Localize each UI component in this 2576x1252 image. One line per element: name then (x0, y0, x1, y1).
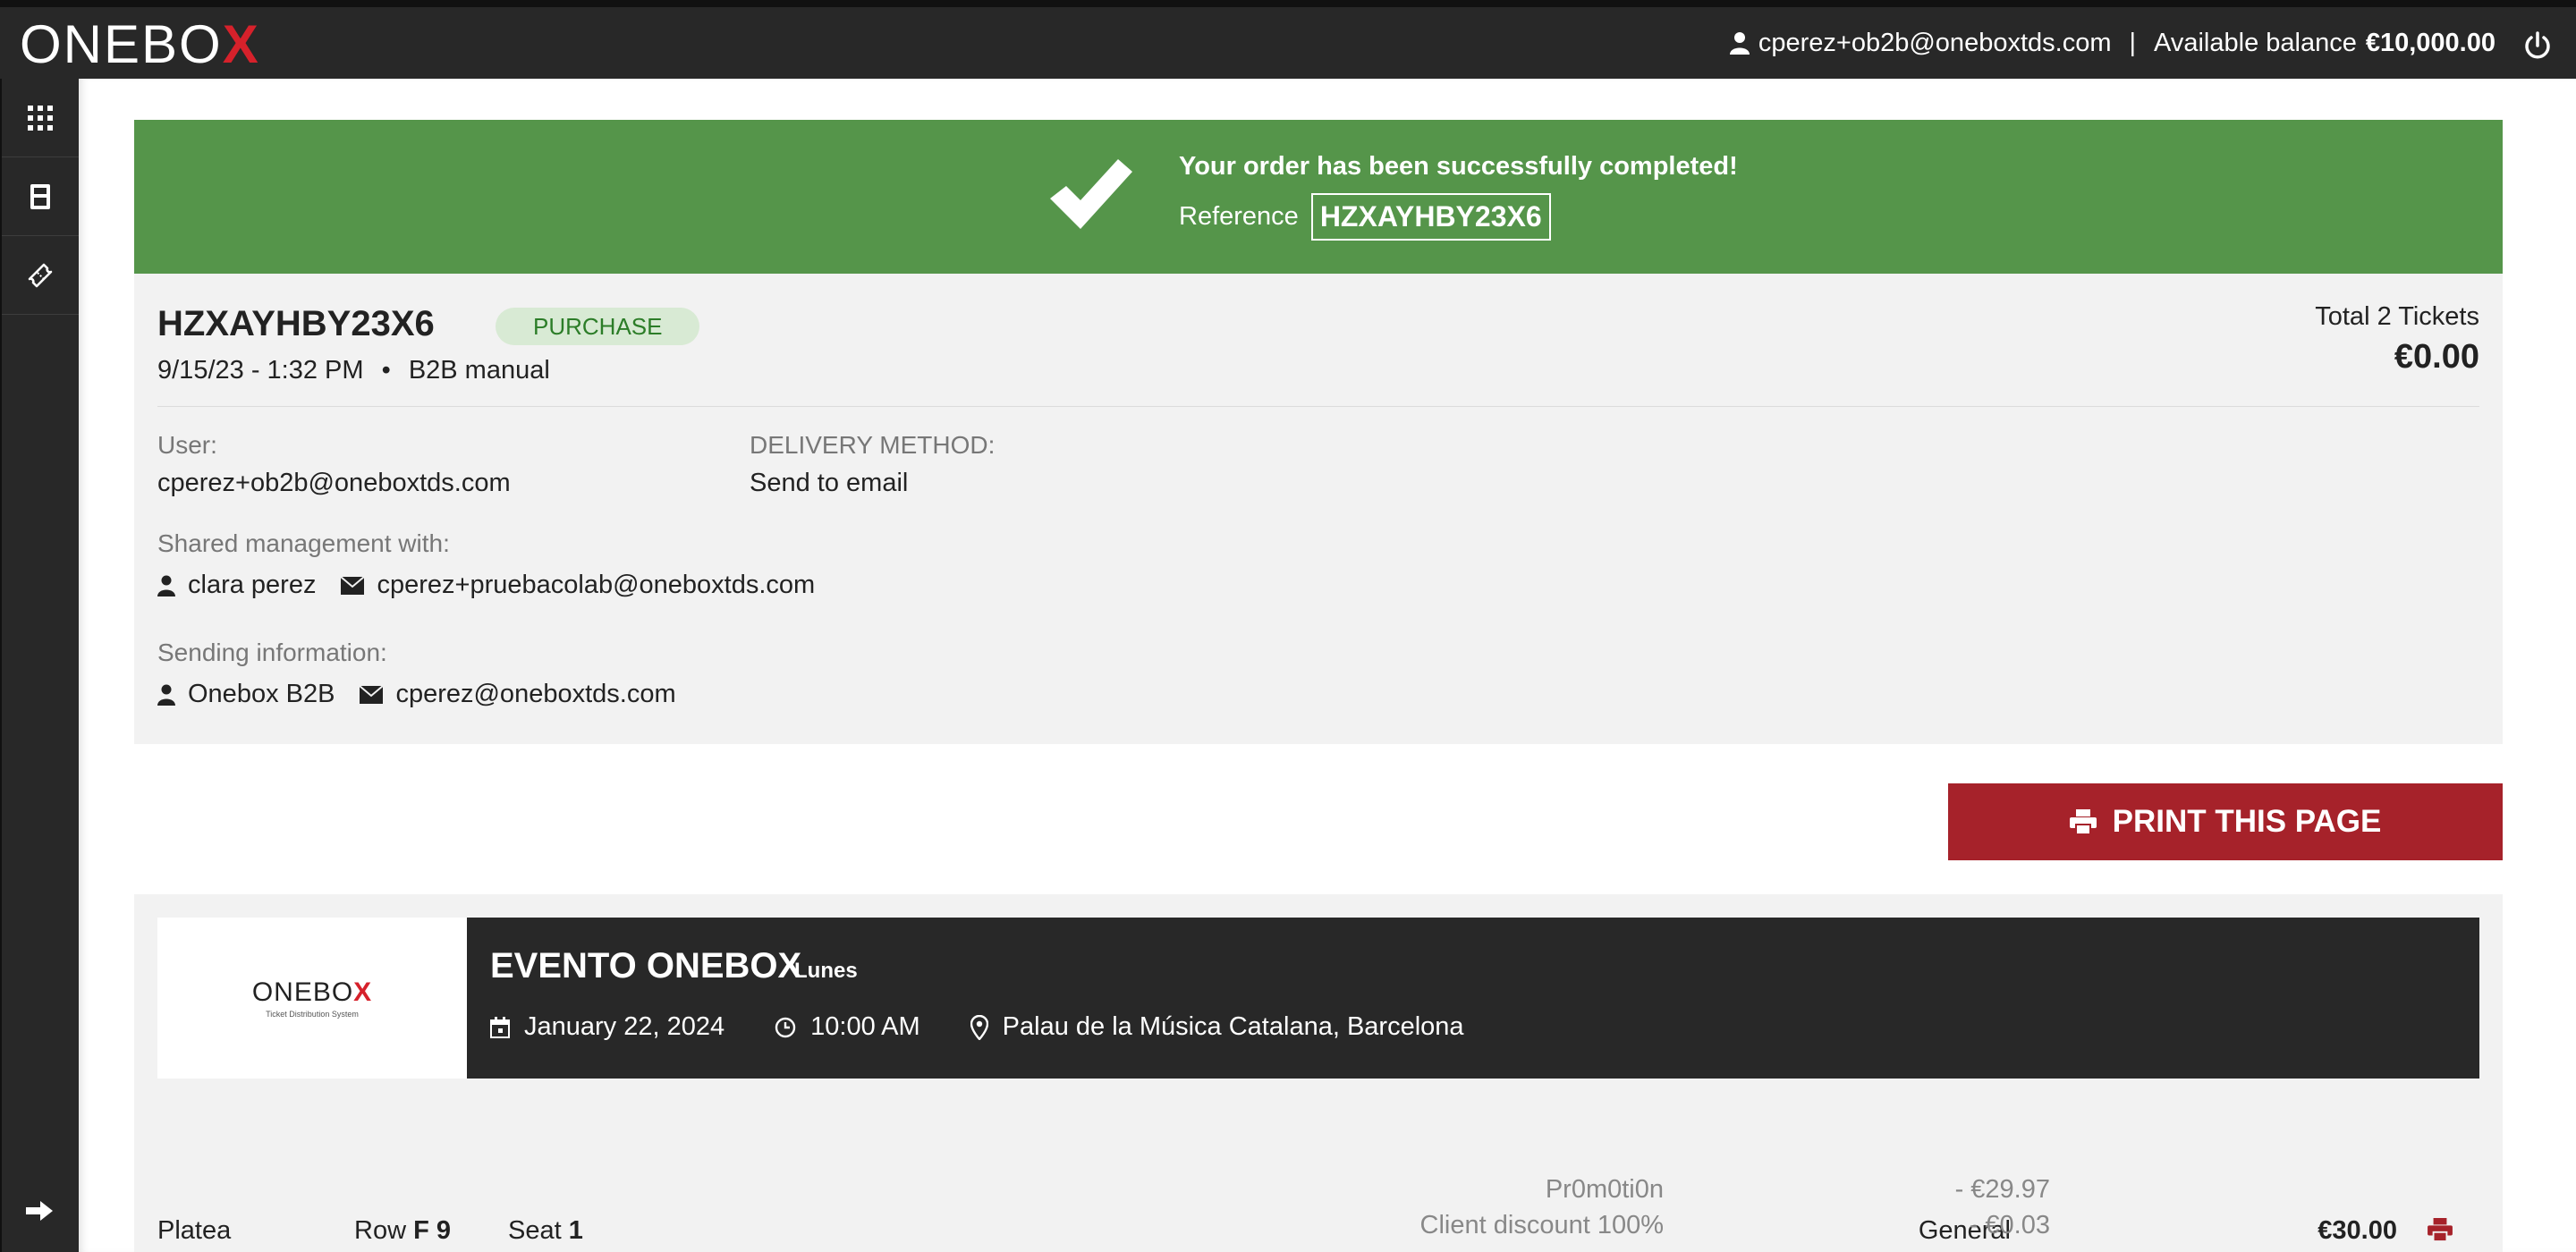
ticket-sector: Platea (157, 1216, 232, 1245)
event-header: EVENTO ONEBOX Lunes January 22, 2024 10:… (467, 918, 2479, 1079)
shared-name: clara perez (188, 571, 317, 599)
divider (157, 406, 2479, 407)
arrow-right-icon (26, 1201, 53, 1221)
order-summary-panel: HZXAYHBY23X6 PURCHASE 9/15/23 - 1:32 PM … (134, 274, 2503, 744)
seat-label: Seat (508, 1216, 562, 1245)
printer-icon (2069, 809, 2097, 834)
banner-reference: Reference HZXAYHBY23X6 (1179, 193, 1551, 241)
seat-value: 1 (568, 1216, 583, 1245)
success-message: Your order has been successfully complet… (1179, 152, 1738, 181)
sending-email: cperez@oneboxtds.com (395, 680, 676, 708)
delivery-method-label: DELIVERY METHOD: (750, 431, 996, 459)
person-icon (157, 575, 175, 596)
price-line-label: Pr0m0ti0n (1545, 1175, 1664, 1204)
envelope-icon (360, 685, 384, 704)
price-line-value: €30.00 (2318, 1216, 2397, 1245)
order-code: HZXAYHBY23X6 (157, 304, 435, 343)
envelope-icon (341, 576, 365, 595)
onebox-logo[interactable]: ONEBOX (20, 16, 260, 73)
user-icon (1729, 32, 1750, 55)
ticket-print-icon[interactable] (2428, 1218, 2453, 1241)
delivery-method-value: Send to email (750, 469, 909, 497)
user-area: cperez+ob2b@oneboxtds.com | Available ba… (1729, 7, 2496, 79)
calendar-icon (490, 1016, 510, 1038)
success-banner: Your order has been successfully complet… (134, 120, 2503, 274)
ticket-seat: Seat 1 (508, 1216, 583, 1246)
event-time-text: 10:00 AM (810, 1012, 920, 1041)
order-channel: B2B manual (408, 356, 550, 385)
sidebar-item-calculator[interactable] (2, 157, 79, 236)
sidebar-item-tickets[interactable] (2, 236, 79, 315)
event-logo: ONEBOX Ticket Distribution System (157, 918, 467, 1079)
calculator-icon (30, 183, 50, 209)
total-tickets-label: Total 2 Tickets (2315, 302, 2479, 331)
print-page-button[interactable]: PRINT THIS PAGE (1948, 783, 2503, 860)
meta-bullet: • (381, 356, 391, 385)
sidebar (0, 79, 79, 1252)
event-venue-text: Palau de la Música Catalana, Barcelona (1002, 1012, 1464, 1041)
sidebar-expand-button[interactable] (2, 1184, 79, 1238)
event-section: ONEBOX Ticket Distribution System EVENTO… (134, 894, 2503, 1252)
sending-contact-row: Onebox B2B cperez@oneboxtds.com (157, 680, 676, 709)
top-bar: ONEBOX cperez+ob2b@oneboxtds.com | Avail… (0, 0, 2576, 79)
order-datetime: 9/15/23 - 1:32 PM (157, 356, 364, 385)
event-title: EVENTO ONEBOX (490, 946, 802, 986)
main-content: Your order has been successfully complet… (79, 79, 2576, 1252)
event-time: 10:00 AM (775, 1012, 920, 1042)
price-line-value: - €29.97 (1954, 1175, 2050, 1204)
ticket-icon (28, 263, 53, 287)
ticket-row: Row F 9 (354, 1216, 451, 1246)
sidebar-item-apps[interactable] (2, 79, 79, 157)
user-value: cperez+ob2b@oneboxtds.com (157, 469, 511, 497)
event-venue: Palau de la Música Catalana, Barcelona (970, 1012, 1464, 1042)
balance-value: €10,000.00 (2365, 28, 2496, 57)
balance-label: Available balance (2154, 28, 2357, 57)
status-badge: PURCHASE (496, 308, 700, 345)
sending-name: Onebox B2B (188, 680, 335, 708)
user-email[interactable]: cperez+ob2b@oneboxtds.com (1758, 29, 2112, 58)
row-value: F 9 (413, 1216, 451, 1245)
checkmark-icon (1050, 159, 1132, 229)
total-amount: €0.00 (2394, 338, 2479, 376)
event-logo-text: ONEBOX (251, 977, 373, 1007)
event-logo-tagline: Ticket Distribution System (266, 1010, 359, 1019)
power-icon[interactable] (2522, 30, 2553, 61)
order-meta: 9/15/23 - 1:32 PM • B2B manual (157, 356, 550, 385)
grid-icon (28, 105, 53, 131)
row-label: Row (354, 1216, 407, 1245)
event-date-text: January 22, 2024 (524, 1012, 725, 1041)
event-day: Lunes (794, 959, 858, 983)
print-button-label: PRINT THIS PAGE (2112, 804, 2382, 839)
reference-code[interactable]: HZXAYHBY23X6 (1310, 193, 1551, 241)
reference-label: Reference (1179, 202, 1299, 231)
event-details: January 22, 2024 10:00 AM Palau de la Mú… (490, 1012, 1514, 1042)
user-label: User: (157, 431, 217, 459)
shared-email: cperez+pruebacolab@oneboxtds.com (377, 571, 816, 599)
shared-contact-row: clara perez cperez+pruebacolab@oneboxtds… (157, 571, 815, 600)
map-pin-icon (970, 1014, 988, 1040)
sending-information-label: Sending information: (157, 639, 387, 666)
price-line-value: - €0.03 (1969, 1211, 2050, 1239)
shared-management-label: Shared management with: (157, 529, 450, 557)
header-separator: | (2129, 28, 2137, 57)
event-date: January 22, 2024 (490, 1012, 724, 1042)
price-line-label: Client discount 100% (1419, 1211, 1664, 1239)
person-icon (157, 684, 175, 706)
clock-icon (775, 1017, 796, 1037)
